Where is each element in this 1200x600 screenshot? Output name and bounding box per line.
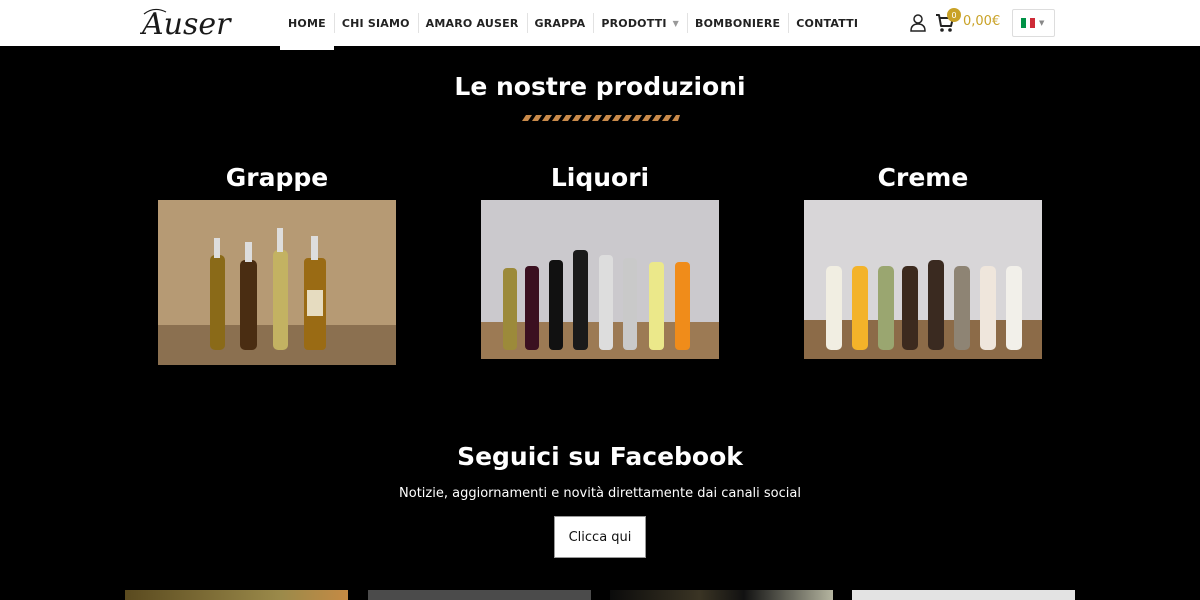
auser-logo[interactable]: Auser [140,4,260,42]
category-liquori[interactable]: Liquori [480,160,720,359]
main-nav: HOME CHI SIAMO AMARO AUSER GRAPPA PRODOT… [280,0,866,50]
liquori-bottles-photo[interactable] [481,200,719,359]
category-grappe[interactable]: Grappe [157,160,397,365]
chevron-down-icon: ▼ [672,18,680,28]
nav-item-home[interactable]: HOME [280,0,334,50]
nav-item-prodotti[interactable]: PRODOTTI ▼ [593,0,687,46]
cart-total[interactable]: 0,00€ [963,14,1000,29]
category-title-liquori: Liquori [550,163,650,192]
facebook-button[interactable]: Clicca qui [554,516,646,558]
nav-item-contatti[interactable]: CONTATTI [788,0,866,46]
facebook-subtitle: Notizie, aggiornamenti e novità direttam… [399,486,801,501]
facebook-post-thumbnail[interactable] [125,590,348,600]
nav-item-chi-siamo[interactable]: CHI SIAMO [333,0,418,46]
facebook-post-thumbnail[interactable] [852,590,1075,600]
user-icon[interactable] [910,14,926,32]
grappe-bottles-photo[interactable] [158,200,396,365]
italy-flag-icon [1021,18,1036,28]
category-title-creme: Creme [877,163,969,192]
facebook-post-thumbnail[interactable] [610,590,833,600]
facebook-title: Seguici su Facebook [457,442,743,471]
svg-text:Auser: Auser [140,7,232,42]
chevron-down-icon: ▼ [1039,19,1045,27]
facebook-post-thumbnail[interactable] [368,590,591,600]
productions-title: Le nostre produzioni [454,72,746,101]
category-creme[interactable]: Creme [803,160,1043,359]
nav-item-grappa[interactable]: GRAPPA [526,0,594,46]
decorative-divider [522,115,680,121]
language-switcher[interactable]: ▼ [1012,9,1055,37]
site-header: Auser HOME CHI SIAMO AMARO AUSER GRAPPA … [0,0,1200,50]
nav-item-amaro-auser[interactable]: AMARO AUSER [417,0,527,46]
nav-item-bomboniere[interactable]: BOMBONIERE [687,0,788,46]
cart-count-badge: 0 [947,8,961,22]
category-title-grappe: Grappe [225,163,329,192]
creme-bottles-photo[interactable] [804,200,1042,359]
